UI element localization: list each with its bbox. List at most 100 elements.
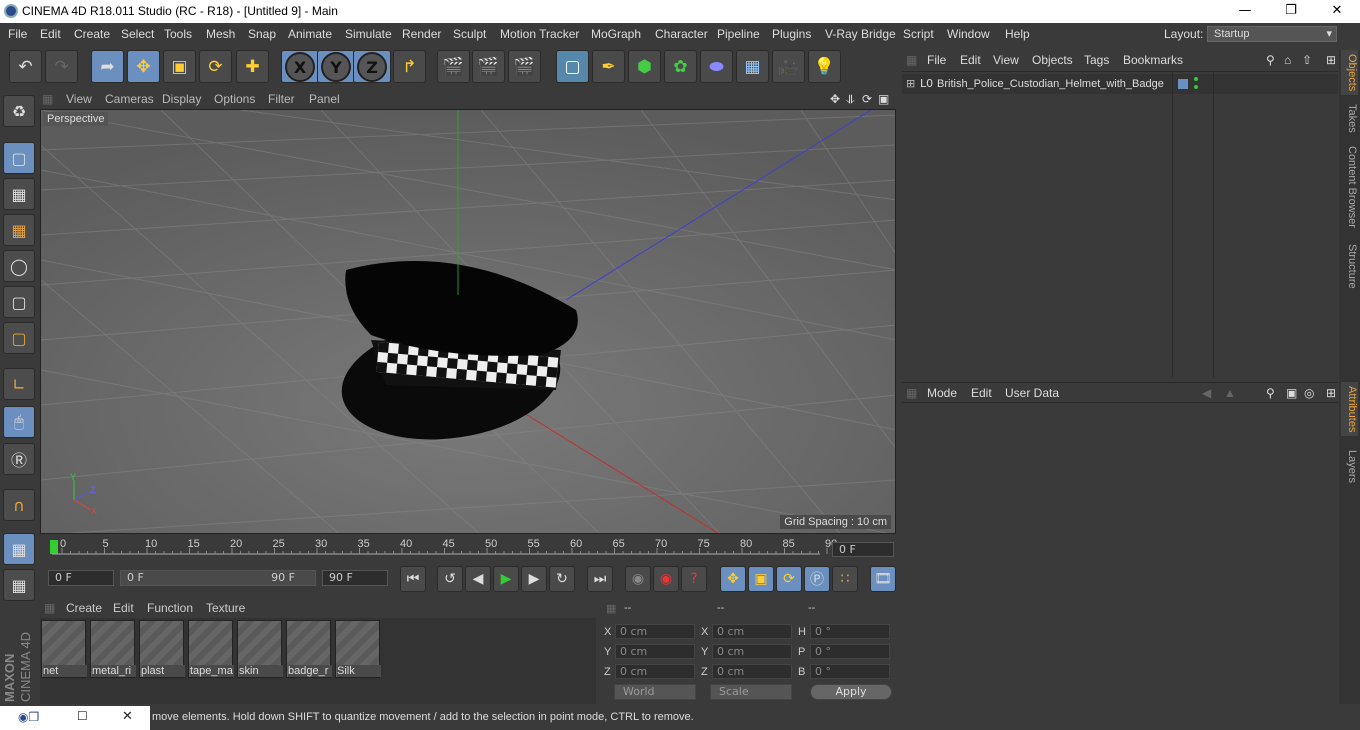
material-menu-texture[interactable]: Texture [206, 601, 245, 615]
up-arrow-icon[interactable]: ⇧ [1302, 53, 1312, 67]
viewport-menu-filter[interactable]: Filter [268, 92, 295, 106]
menu-tools[interactable]: Tools [164, 27, 192, 41]
viewport-3d[interactable]: Y Z X Perspective Grid Spacing : 10 cm [40, 109, 896, 534]
menu-script[interactable]: Script [903, 27, 934, 41]
y-axis-lock-button[interactable]: Y [321, 52, 351, 82]
material-menu-function[interactable]: Function [147, 601, 193, 615]
menu-window[interactable]: Window [947, 27, 990, 41]
objects-menu-tags[interactable]: Tags [1084, 53, 1109, 67]
up-arrow-icon[interactable]: ▲ [1224, 386, 1236, 400]
rotation-p-field[interactable]: 0 ° [810, 644, 890, 659]
viewport-menu-panel[interactable]: Panel [309, 92, 340, 106]
rotation-h-field[interactable]: 0 ° [810, 624, 890, 639]
position-z-field[interactable]: 0 cm [615, 664, 695, 679]
menu-character[interactable]: Character [655, 27, 708, 41]
size-x-field[interactable]: 0 cm [712, 624, 792, 639]
menu-sculpt[interactable]: Sculpt [453, 27, 486, 41]
transform-tool-button[interactable]: ✚ [236, 50, 269, 83]
end-frame-field[interactable]: 90 F [322, 570, 388, 586]
material-menu-edit[interactable]: Edit [113, 601, 134, 615]
size-z-field[interactable]: 0 cm [712, 664, 792, 679]
menu-edit[interactable]: Edit [40, 27, 61, 41]
camera-label[interactable]: Perspective [43, 112, 109, 126]
key-position-button[interactable]: ✥ [720, 566, 746, 592]
close-button[interactable]: ✕ [1314, 0, 1360, 23]
redo-button[interactable]: ↷ [45, 50, 78, 83]
tweak-mode-button[interactable]: 🖱 [3, 406, 35, 438]
objects-menu-bookmarks[interactable]: Bookmarks [1123, 53, 1183, 67]
key-rotation-button[interactable]: ⟳ [776, 566, 802, 592]
current-frame-field[interactable]: 0 F [832, 542, 894, 557]
size-y-field[interactable]: 0 cm [712, 644, 792, 659]
render-picture-viewer-button[interactable]: 🎬 [472, 50, 505, 83]
rotate-tool-button[interactable]: ⟳ [199, 50, 232, 83]
timeline-window-button[interactable]: 🎞 [870, 566, 896, 592]
menu-motion-tracker[interactable]: Motion Tracker [500, 27, 579, 41]
play-button[interactable]: ▶ [493, 566, 519, 592]
pen-spline-button[interactable]: ✒ [592, 50, 625, 83]
go-to-start-button[interactable]: ⏮ [400, 566, 426, 592]
texture-mode-button[interactable]: ▦ [3, 178, 35, 210]
position-y-field[interactable]: 0 cm [615, 644, 695, 659]
material-swatch[interactable]: plast [139, 620, 185, 678]
menu-snap[interactable]: Snap [248, 27, 276, 41]
objects-menu-edit[interactable]: Edit [960, 53, 981, 67]
material-swatch[interactable]: skin [237, 620, 283, 678]
attributes-menu-edit[interactable]: Edit [971, 386, 992, 400]
viewport-move-icon[interactable]: ✥ [830, 92, 840, 106]
snapping-button[interactable]: Ⓡ [3, 443, 35, 475]
polygons-mode-button[interactable]: ▢ [3, 322, 35, 354]
render-view-button[interactable]: 🎬 [437, 50, 470, 83]
close-icon[interactable]: ✕ [122, 709, 133, 724]
axis-mode-button[interactable]: ∟ [3, 368, 35, 400]
material-swatch[interactable]: tape_ma [188, 620, 234, 678]
next-frame-button[interactable]: ▶ [521, 566, 547, 592]
undo-button[interactable]: ↶ [9, 50, 42, 83]
magnet-button[interactable]: ∩ [3, 489, 35, 521]
material-swatch[interactable]: Silk [335, 620, 381, 678]
move-tool-button[interactable]: ✥ [127, 50, 160, 83]
workplane-lock-button[interactable]: ▦ [3, 533, 35, 565]
search-icon[interactable]: ⚲ [1266, 53, 1275, 67]
menu-mograph[interactable]: MoGraph [591, 27, 641, 41]
menu-create[interactable]: Create [74, 27, 110, 41]
previous-frame-button[interactable]: ◀ [465, 566, 491, 592]
make-editable-button[interactable]: ♻ [3, 95, 35, 127]
object-name[interactable]: British_Police_Custodian_Helmet_with_Bad… [937, 78, 1164, 90]
tab-objects[interactable]: Objects [1341, 50, 1358, 96]
next-key-button[interactable]: ↻ [549, 566, 575, 592]
cube-primitive-button[interactable]: ▢ [556, 50, 589, 83]
new-panel-icon[interactable]: ⊞ [1326, 53, 1336, 67]
lock-icon[interactable]: ▣ [1286, 386, 1297, 400]
cloner-button[interactable]: ✿ [664, 50, 697, 83]
target-icon[interactable]: ◎ [1304, 386, 1314, 400]
restore-icon[interactable]: ☐ [77, 709, 88, 723]
position-x-field[interactable]: 0 cm [615, 624, 695, 639]
objects-menu-file[interactable]: File [927, 53, 946, 67]
layout-select[interactable]: Startup ▾ [1207, 26, 1337, 42]
coordinate-space-select[interactable]: World [614, 684, 696, 700]
tab-attributes[interactable]: Attributes [1341, 382, 1358, 437]
tab-takes[interactable]: Takes [1341, 100, 1358, 137]
render-settings-button[interactable]: 🎬 [508, 50, 541, 83]
viewport-menu-cameras[interactable]: Cameras [105, 92, 154, 106]
go-to-end-button[interactable]: ⏭ [587, 566, 613, 592]
menu-vray-bridge[interactable]: V-Ray Bridge [825, 27, 896, 41]
menu-select[interactable]: Select [121, 27, 154, 41]
start-frame-field[interactable]: 0 F [48, 570, 114, 586]
objects-menu-view[interactable]: View [993, 53, 1019, 67]
search-icon[interactable]: ⚲ [1266, 386, 1275, 400]
locked-workplane-button[interactable]: ▦ [3, 569, 35, 601]
camera-button[interactable]: 🎥 [772, 50, 805, 83]
menu-simulate[interactable]: Simulate [345, 27, 392, 41]
viewport-menu-view[interactable]: View [66, 92, 92, 106]
z-axis-lock-button[interactable]: Z [357, 52, 387, 82]
expand-icon[interactable]: ⊞ [906, 77, 915, 90]
rotation-b-field[interactable]: 0 ° [810, 664, 890, 679]
keyframe-selection-button[interactable]: ? [681, 566, 707, 592]
maximize-button[interactable]: ❐ [1268, 0, 1314, 23]
material-swatch[interactable]: badge_r [286, 620, 332, 678]
viewport-rotate-icon[interactable]: ⟳ [862, 92, 872, 106]
previous-key-button[interactable]: ↺ [437, 566, 463, 592]
edges-mode-button[interactable]: ▢ [3, 286, 35, 318]
